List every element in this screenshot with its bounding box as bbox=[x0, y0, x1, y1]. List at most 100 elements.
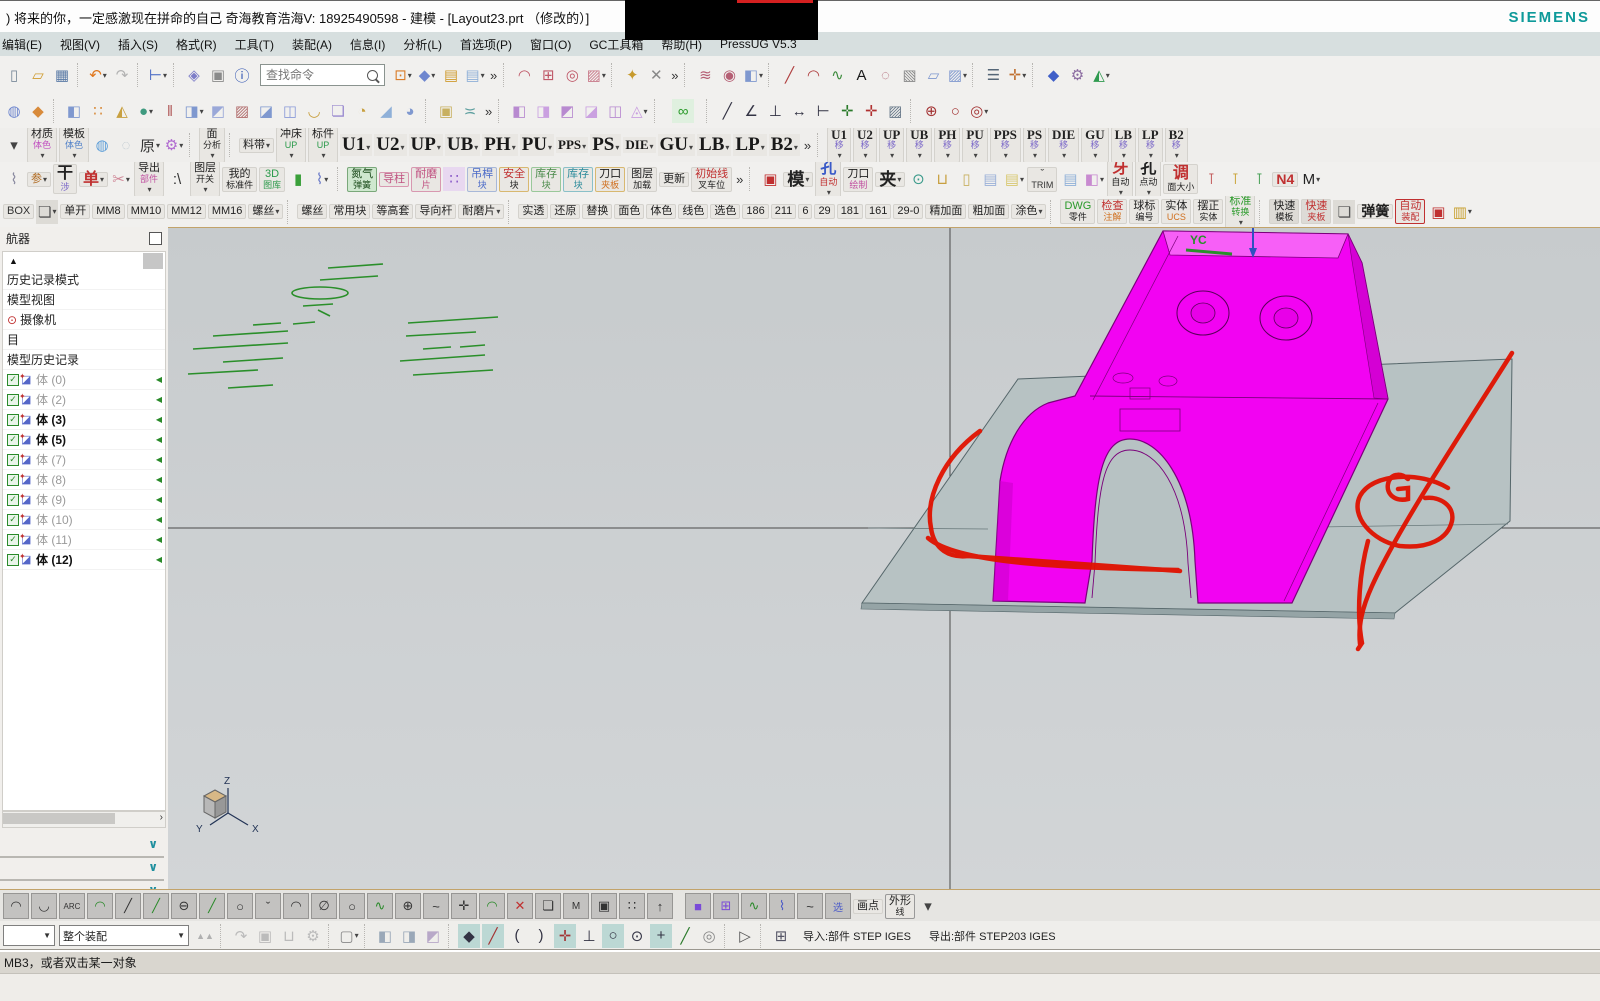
arc-text-icon[interactable]: ARC bbox=[59, 893, 85, 919]
tree-body-row[interactable]: ✓ ◪ ✦ 体 (8) ◀ bbox=[3, 470, 165, 490]
lb-button[interactable]: LB ▾ bbox=[697, 134, 732, 156]
snap-center-icon[interactable]: ⊙ bbox=[626, 924, 648, 948]
toolbar-overflow[interactable]: » bbox=[804, 138, 811, 153]
snap-point-icon[interactable]: ✛ bbox=[554, 923, 576, 948]
restore-button[interactable]: 还原 bbox=[550, 204, 581, 219]
d-arc-icon[interactable]: ◠ bbox=[283, 893, 309, 919]
pages-icon[interactable]: ▤ bbox=[1059, 167, 1081, 191]
save-icon[interactable]: ▦ bbox=[51, 63, 73, 87]
standard-up-button[interactable]: 标件 UP ▾ bbox=[308, 128, 339, 162]
trim-curve-icon[interactable]: ✕ bbox=[645, 63, 667, 87]
navigator-pin-button[interactable] bbox=[149, 231, 162, 245]
body-detail-arrow[interactable]: ◀ bbox=[156, 495, 162, 504]
edit-object-icon[interactable]: ◆ bbox=[1042, 63, 1064, 87]
undo-icon[interactable]: ↶ ▾ bbox=[87, 63, 109, 87]
shade-c-icon[interactable]: ◩ bbox=[422, 924, 444, 948]
pocket-icon[interactable]: ◨ ▾ bbox=[183, 99, 205, 123]
triple-curve-icon[interactable]: ⌇ bbox=[769, 893, 795, 919]
sketch-line-icon[interactable]: ╱ bbox=[716, 99, 738, 123]
boolean-unite-icon[interactable]: ◪ bbox=[255, 99, 277, 123]
redo-icon[interactable]: ↷ bbox=[111, 63, 133, 87]
mirror-feature-icon[interactable]: ◭ bbox=[111, 99, 133, 123]
strip-button[interactable]: 料带 ▾ bbox=[239, 137, 275, 153]
color-181-button[interactable]: 181 bbox=[836, 204, 864, 219]
common-block-button[interactable]: 常用块 bbox=[329, 204, 371, 219]
selection-filter-select[interactable]: ▼ bbox=[3, 925, 55, 946]
pu-move-button[interactable]: PU 移 ▾ bbox=[962, 128, 988, 162]
gu-move-button[interactable]: GU 移 ▾ bbox=[1081, 128, 1109, 162]
export-part-label[interactable]: 导出:部件 STEP203 IGES bbox=[929, 928, 1056, 944]
arc-circle-icon[interactable]: ⊕ bbox=[395, 893, 421, 919]
screw2-button[interactable]: 螺丝 bbox=[297, 204, 328, 219]
pad-icon[interactable]: ◩ bbox=[207, 99, 229, 123]
curve-icon[interactable]: ~ bbox=[423, 893, 449, 919]
delete-face-icon[interactable]: ◫ bbox=[604, 99, 626, 123]
resize-face-button[interactable]: 调面大小 bbox=[1163, 164, 1199, 194]
arc-down-icon[interactable]: ˇ bbox=[255, 893, 281, 919]
datum-axis-icon[interactable]: ▨ ▾ bbox=[946, 63, 968, 87]
tree-body-row[interactable]: ✓ ◪ ✦ 体 (0) ◀ bbox=[3, 370, 165, 390]
red-cube2-icon[interactable]: ▣ bbox=[1427, 200, 1449, 224]
spring-bolt-icon[interactable]: ⌇ bbox=[3, 167, 25, 191]
datum-plane-icon[interactable]: ▱ bbox=[922, 63, 944, 87]
body-visibility-checkbox[interactable]: ✓ bbox=[7, 433, 19, 446]
stock-block2-button[interactable]: 库存块 bbox=[563, 166, 594, 192]
auto-assemble-button[interactable]: 自动 装配 bbox=[1395, 199, 1426, 224]
projected-curve-icon[interactable]: ▨ bbox=[884, 99, 906, 123]
snap-plus-icon[interactable]: + bbox=[650, 923, 672, 948]
b2-move-button[interactable]: B2 移 ▾ bbox=[1164, 128, 1188, 162]
face-analysis-button[interactable]: 面分析 ▾ bbox=[199, 128, 226, 162]
mm12-button[interactable]: MM12 bbox=[167, 204, 206, 219]
solid-ucs-button[interactable]: 实体 UCS bbox=[1161, 199, 1192, 224]
view-flag-icon[interactable]: ◭ ▾ bbox=[1090, 63, 1112, 87]
spacer-button[interactable]: 等高套 bbox=[372, 204, 414, 219]
color-161-button[interactable]: 161 bbox=[865, 204, 892, 219]
highlight-pair-icon[interactable]: ▲▲ bbox=[194, 924, 216, 948]
point-icon[interactable]: ✛ bbox=[860, 99, 882, 123]
selection-scope-select[interactable]: 整个装配 ▼ bbox=[59, 925, 189, 946]
snap-mid-icon[interactable]: ◆ bbox=[458, 923, 480, 948]
tree-body-row[interactable]: ✓ ◪ ✦ 体 (2) ◀ bbox=[3, 390, 165, 410]
menu-item[interactable]: 信息(I) bbox=[341, 36, 394, 53]
reference-diamond-button[interactable]: 参 ▾ bbox=[27, 171, 52, 187]
copy-sk-icon[interactable]: ❏ bbox=[535, 893, 561, 919]
circle-line-icon[interactable]: ⊖ bbox=[171, 893, 197, 919]
shade-a-icon[interactable]: ◧ bbox=[374, 924, 396, 948]
quick-plate-button[interactable]: 快速 夹板 bbox=[1301, 199, 1332, 224]
datum-csys-icon[interactable]: ⊢ ▾ bbox=[147, 63, 169, 87]
draft-icon[interactable]: ◢ bbox=[375, 99, 397, 123]
mm16-button[interactable]: MM16 bbox=[207, 204, 247, 219]
arc-handle-icon[interactable]: ◡ bbox=[31, 893, 57, 919]
outline-button[interactable]: 外形线 bbox=[885, 893, 915, 919]
mm8-button[interactable]: MM8 bbox=[92, 204, 125, 219]
body-visibility-checkbox[interactable]: ✓ bbox=[7, 393, 19, 406]
dome-surface-icon[interactable]: ◎ bbox=[561, 63, 583, 87]
boolean-subtract-icon[interactable]: ◫ bbox=[279, 99, 301, 123]
centerline-icon[interactable]: ✛ bbox=[836, 99, 858, 123]
tree-body-row[interactable]: ✓ ◪ ✦ 体 (5) ◀ bbox=[3, 430, 165, 450]
menu-item[interactable]: 工具(T) bbox=[226, 36, 283, 53]
dimension-icon[interactable]: ↔ bbox=[788, 99, 810, 123]
line-diag-icon[interactable]: ╱ bbox=[115, 893, 141, 919]
graphics-viewport[interactable]: YC Z Y X bbox=[168, 227, 1600, 889]
face-blend-icon[interactable]: ◉ bbox=[718, 63, 740, 87]
shade-b-icon[interactable]: ◨ bbox=[398, 924, 420, 948]
body-visibility-checkbox[interactable]: ✓ bbox=[7, 413, 19, 426]
die-move-button[interactable]: DIE 移 ▾ bbox=[1048, 128, 1080, 162]
hscroll-thumb[interactable] bbox=[3, 813, 115, 824]
menu-item[interactable]: 视图(V) bbox=[51, 36, 109, 53]
u1-move-button[interactable]: U1 移 ▾ bbox=[827, 128, 852, 162]
polyline-icon[interactable]: ∿ bbox=[826, 63, 848, 87]
tree-item[interactable]: ⊙ 摄像机 bbox=[3, 310, 165, 330]
mesh-surface-icon[interactable]: ⊞ bbox=[537, 63, 559, 87]
purple-fill-icon[interactable]: ■ bbox=[685, 893, 711, 919]
mold-button[interactable]: 模 ▾ bbox=[783, 171, 814, 188]
path-icon[interactable]: :\ bbox=[166, 167, 188, 191]
hole-array-icon[interactable]: ∷ bbox=[87, 99, 109, 123]
tree-body-row[interactable]: ✓ ◪ ✦ 体 (10) ◀ bbox=[3, 510, 165, 530]
curve-mesh-icon[interactable]: ▨ ▾ bbox=[585, 63, 607, 87]
trim-button[interactable]: ˇ TRIM bbox=[1027, 166, 1058, 192]
rough-face-button[interactable]: 粗加面 bbox=[968, 204, 1010, 219]
snap-perp-icon[interactable]: ⊥ bbox=[578, 924, 600, 948]
move-face-icon[interactable]: ◧ bbox=[508, 99, 530, 123]
